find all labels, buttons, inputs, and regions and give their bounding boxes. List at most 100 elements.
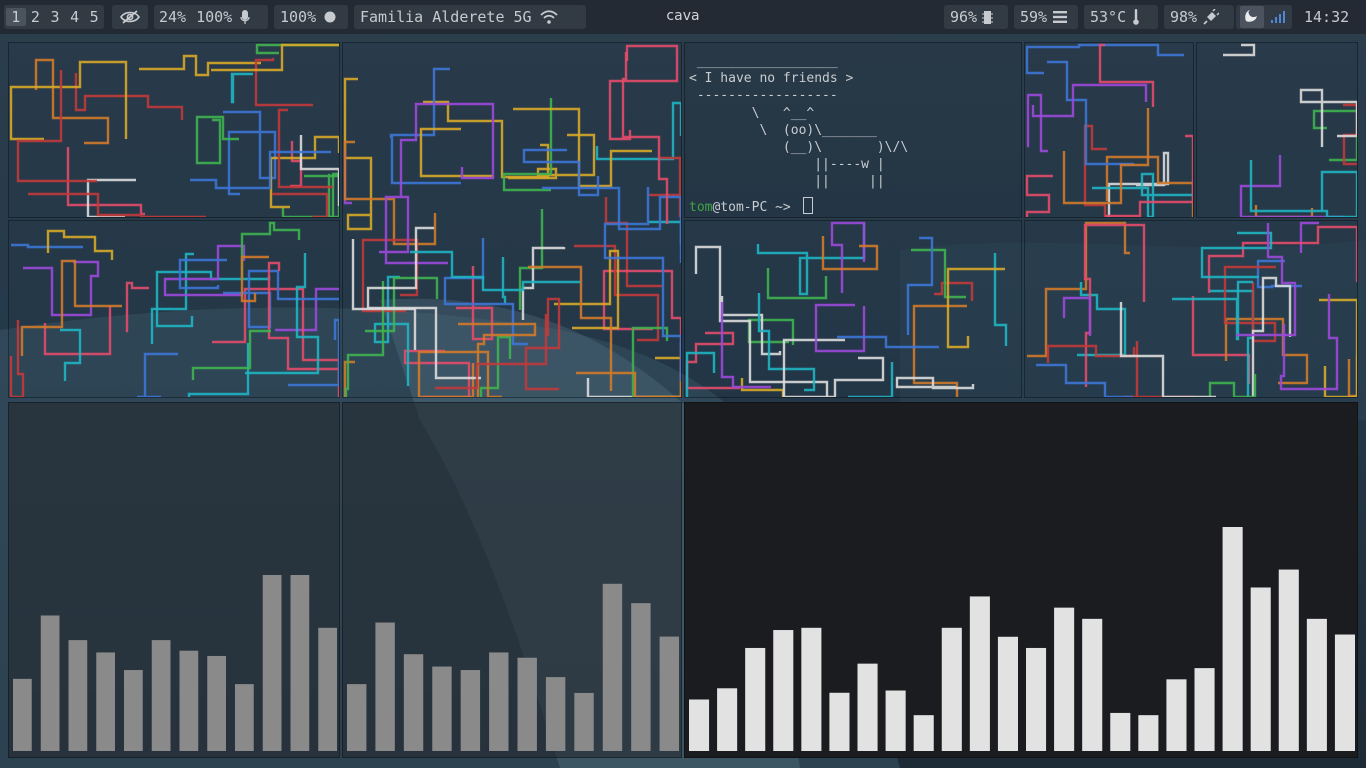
pipes-pane-right-mid[interactable] [684, 220, 1022, 398]
text-cursor [802, 197, 813, 214]
pipe-line [125, 281, 149, 333]
cava-bar [745, 647, 766, 751]
cava-bar [151, 640, 171, 751]
pipes-pane-mid-left[interactable] [8, 220, 340, 398]
pipe-line [946, 267, 1005, 349]
cowsay-line: ||----w | [689, 157, 885, 173]
temperature-module[interactable]: 53°C [1084, 5, 1158, 29]
pipe-line [1342, 103, 1357, 166]
brightness-module[interactable]: 100% [274, 5, 348, 29]
cava-visualizer [13, 575, 337, 751]
cava-bar [574, 692, 594, 751]
network-module[interactable]: Familia Alderete 5G [354, 5, 586, 29]
pipe-line [223, 110, 277, 196]
pipe-line [1119, 302, 1216, 397]
cava-bar [318, 627, 337, 751]
cava-bar [969, 596, 990, 751]
pipes-pane-top-left[interactable] [8, 42, 340, 218]
pipe-line [272, 192, 329, 217]
audio-module[interactable]: 24% 100% [154, 5, 268, 29]
pipes-pane-right-lower[interactable] [1024, 220, 1358, 398]
cava-pane-middle[interactable] [342, 402, 682, 758]
pipe-line [195, 115, 239, 165]
pipe-line [1036, 363, 1133, 397]
workspace-3-button[interactable]: 3 [45, 8, 65, 26]
pipe-line [1209, 289, 1255, 397]
pipe-line [1047, 60, 1135, 166]
volume-output: 24% [159, 8, 187, 26]
battery-module[interactable]: 98% [1164, 5, 1234, 29]
idle-inhibitor[interactable] [112, 5, 148, 29]
pipes-pane-center[interactable] [342, 42, 682, 398]
pipe-line [1223, 43, 1256, 57]
cava-bar [235, 684, 254, 751]
pipe-line [187, 343, 250, 397]
pipe-line [1025, 43, 1184, 75]
cava-bar [124, 670, 143, 751]
temperature-value: 53°C [1090, 8, 1127, 26]
plug-icon [1203, 9, 1220, 25]
pipe-line [1031, 83, 1148, 118]
pipe-line [906, 236, 934, 335]
pipe-line [281, 172, 339, 217]
pipe-line [756, 223, 866, 296]
workspace-1-button[interactable]: 1 [6, 8, 26, 26]
terminal-pane[interactable]: __________________ < I have no friends >… [684, 42, 1022, 218]
cava-bar [1082, 618, 1103, 751]
shell-prompt[interactable]: tom@tom-PC ~> [689, 197, 813, 215]
pipe-line [290, 141, 303, 188]
pipe-line [576, 342, 681, 397]
pipe-line [912, 304, 967, 397]
workspace-5-button[interactable]: 5 [84, 8, 104, 26]
cava-bar [68, 640, 88, 751]
night-light-icon[interactable] [1240, 6, 1264, 28]
pipe-line [631, 326, 669, 397]
pipe-line [524, 297, 561, 391]
cowsay-line: ------------------ [689, 88, 838, 104]
cava-bar [432, 666, 452, 751]
pipe-line [1026, 93, 1048, 153]
pipe-line [479, 335, 512, 397]
cava-pane-right[interactable] [684, 402, 1358, 758]
pipe-line [1249, 160, 1357, 217]
cava-bar [207, 655, 226, 751]
cava-bar [1026, 647, 1047, 751]
pipe-line [423, 100, 550, 179]
clock[interactable]: 14:32 [1304, 8, 1349, 26]
pipe-line [139, 54, 261, 77]
pipes-animation [9, 221, 339, 397]
pipe-line [230, 72, 253, 104]
cava-bar [885, 690, 906, 751]
cava-bar [801, 627, 822, 751]
cava-bar [403, 654, 424, 751]
cava-bar [96, 652, 115, 751]
prompt-symbol: ~> [767, 200, 799, 215]
cpu-module[interactable]: 96% [944, 5, 1008, 29]
cava-bar [659, 636, 679, 751]
cava-bar [602, 583, 623, 751]
brightness-value: 100% [280, 8, 317, 26]
network-ssid: Familia Alderete 5G [360, 8, 532, 26]
cava-bar [290, 575, 310, 751]
pipe-line [685, 351, 716, 397]
memory-module[interactable]: 59% [1014, 5, 1078, 29]
cava-pane-left[interactable] [8, 402, 340, 758]
pipes-animation [9, 43, 339, 217]
volume-input: 100% [196, 8, 233, 26]
pipe-line [1083, 223, 1146, 387]
pipe-line [554, 249, 620, 330]
pipes-pane-top-right-a[interactable] [1024, 42, 1194, 218]
memory-usage: 59% [1020, 8, 1048, 26]
cava-bar [517, 657, 537, 751]
workspace-4-button[interactable]: 4 [65, 8, 85, 26]
pipe-line [1299, 221, 1319, 253]
pipes-pane-top-right-b[interactable] [1196, 42, 1358, 218]
pipe-line [417, 350, 502, 397]
workspace-2-button[interactable]: 2 [26, 8, 46, 26]
memory-icon [1053, 11, 1068, 23]
pipes-animation [1223, 43, 1357, 217]
cpu-usage: 96% [950, 8, 978, 26]
signal-bars-icon[interactable] [1270, 10, 1286, 24]
cava-bar [913, 715, 934, 751]
workspaces: 1 2 3 4 5 [4, 5, 104, 29]
